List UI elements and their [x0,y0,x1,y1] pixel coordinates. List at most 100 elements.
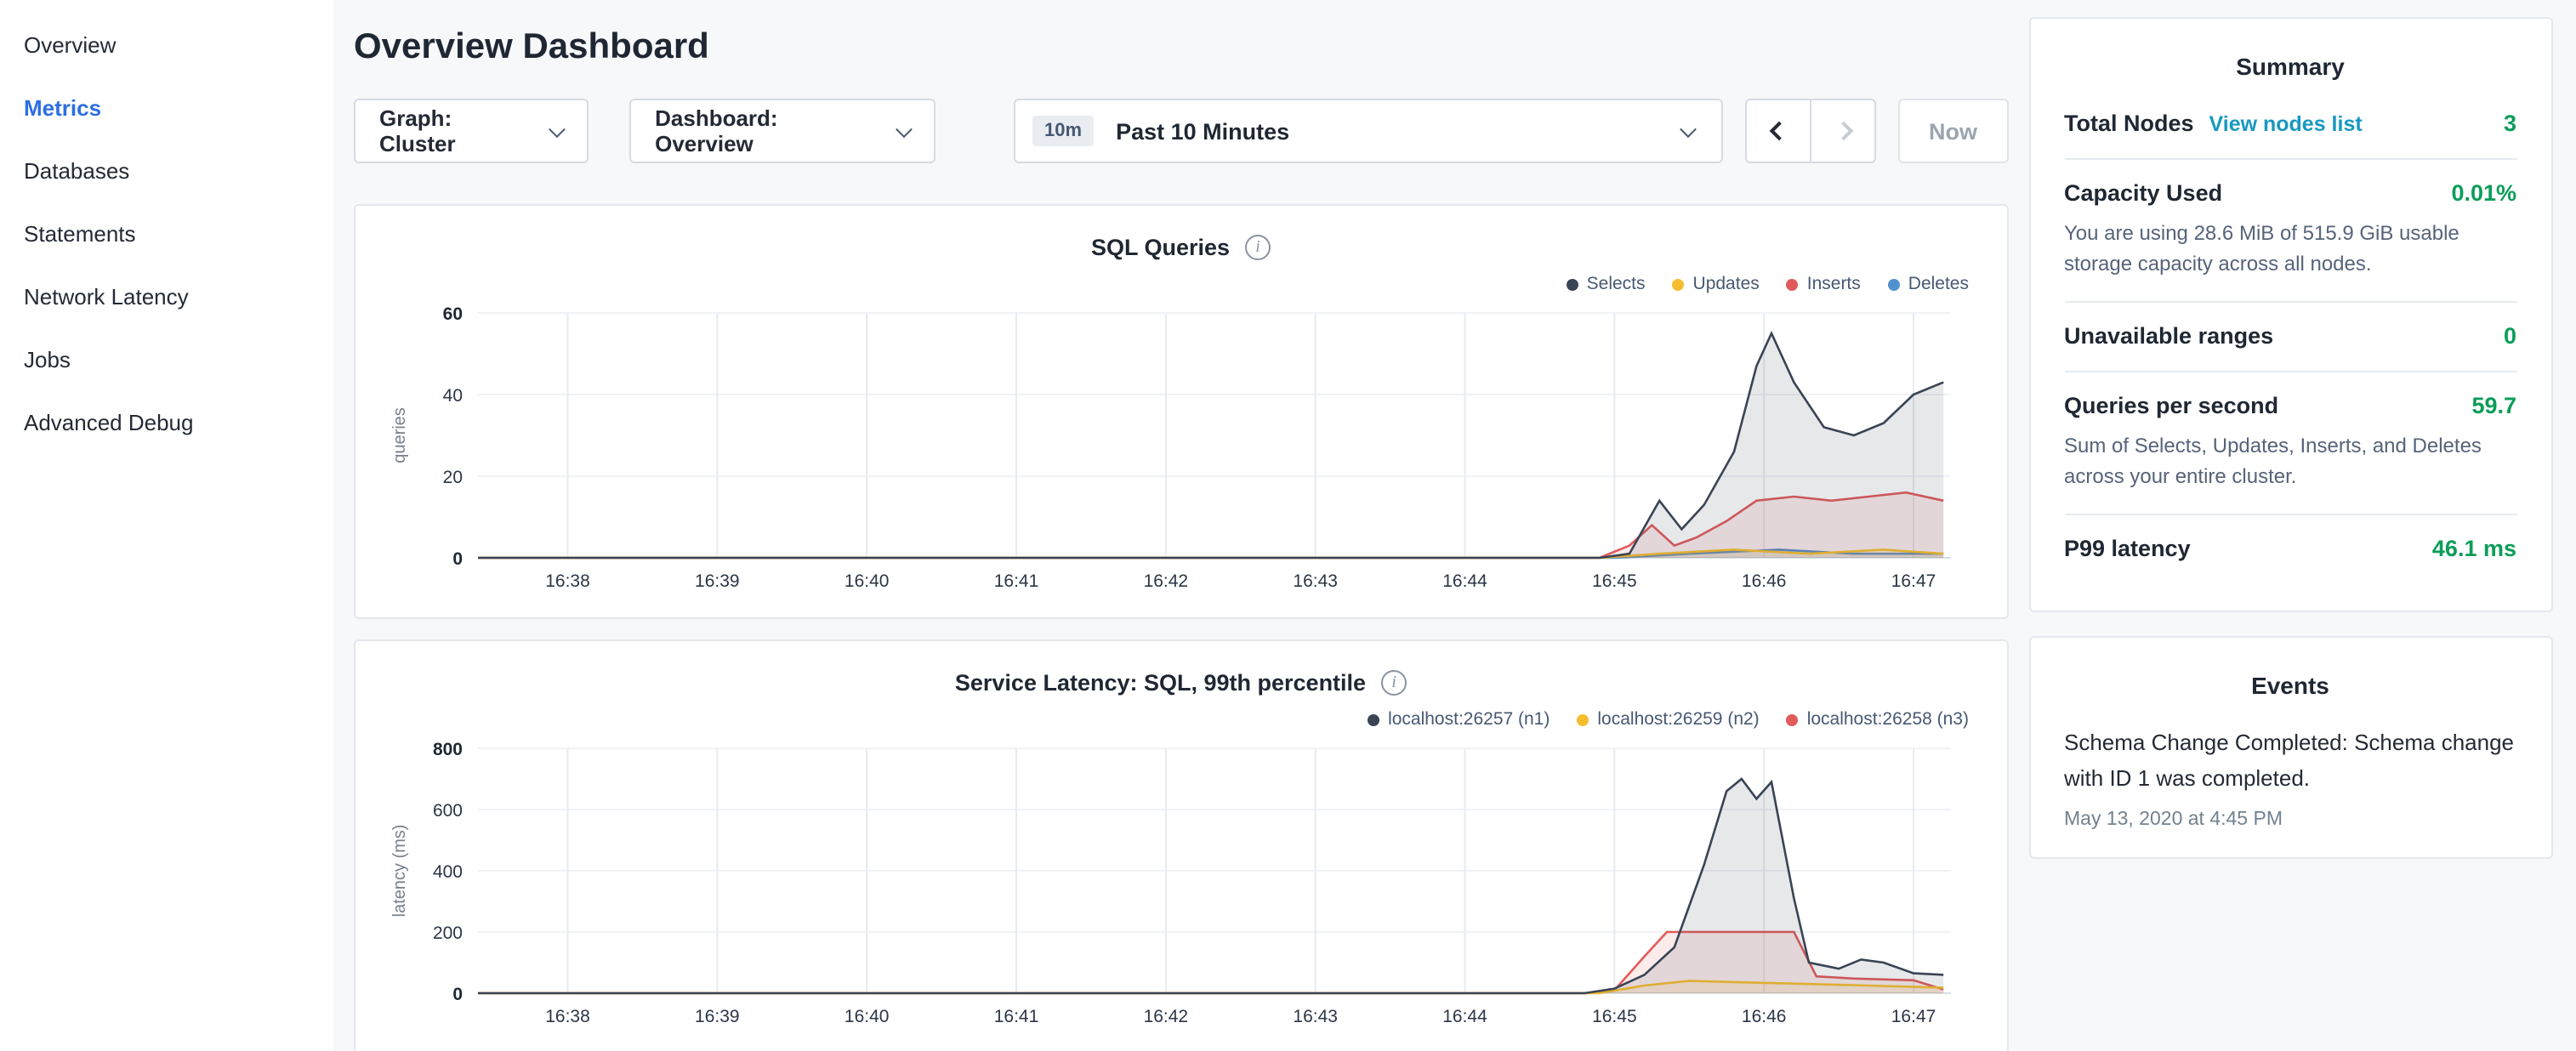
total-nodes-value: 3 [2504,111,2516,136]
svg-text:40: 40 [443,386,463,406]
events-title: Events [2064,665,2516,709]
svg-text:16:44: 16:44 [1442,1007,1487,1026]
svg-text:16:42: 16:42 [1144,1007,1189,1026]
unavailable-ranges-value: 0 [2504,323,2516,349]
queries-per-second-value: 59.7 [2471,393,2516,418]
svg-text:16:42: 16:42 [1144,571,1189,591]
sidebar-item-overview[interactable]: Overview [0,14,333,77]
summary-row-p99-latency: P99 latency 46.1 ms [2064,515,2516,583]
event-timestamp: May 13, 2020 at 4:45 PM [2064,809,2516,829]
sidebar-item-metrics[interactable]: Metrics [0,77,333,139]
series-dot-icon [1787,713,1799,725]
legend-item: Deletes [1888,274,1969,294]
main-content: Overview Dashboard Graph: Cluster Dashbo… [333,0,2028,1051]
chart-legend: Selects Updates Inserts Deletes [383,272,1969,296]
svg-text:16:41: 16:41 [994,571,1039,591]
series-dot-icon [1368,713,1379,725]
page-title: Overview Dashboard [354,27,2008,68]
time-range-badge: 10m [1032,116,1094,146]
capacity-used-description: You are using 28.6 MiB of 515.9 GiB usab… [2064,218,2516,279]
dashboard-dropdown[interactable]: Dashboard: Overview [629,99,935,163]
chevron-right-icon [1834,122,1853,141]
time-back-button[interactable] [1745,99,1811,163]
svg-text:20: 20 [443,468,463,487]
graph-scope-label: Graph: Cluster [379,105,531,156]
time-step-buttons [1745,99,1876,163]
svg-text:16:45: 16:45 [1592,571,1637,591]
legend-item: localhost:26257 (n1) [1368,709,1550,730]
chevron-down-icon [549,120,566,137]
legend-item: Updates [1673,274,1760,294]
svg-text:16:44: 16:44 [1442,571,1487,591]
chevron-down-icon [1680,120,1697,137]
svg-text:200: 200 [433,923,463,943]
svg-text:16:45: 16:45 [1592,1007,1637,1026]
summary-row-total-nodes: Total Nodes View nodes list 3 [2064,90,2516,160]
svg-text:16:46: 16:46 [1742,1007,1787,1026]
summary-row-capacity-used: Capacity Used 0.01% You are using 28.6 M… [2064,160,2516,303]
event-text: Schema Change Completed: Schema change w… [2064,726,2516,797]
svg-text:16:43: 16:43 [1293,1007,1338,1026]
svg-text:16:40: 16:40 [844,571,890,591]
info-icon[interactable]: i [1381,669,1407,695]
summary-title: Summary [2064,46,2516,90]
sql-queries-card: SQL Queries i Selects Updates Inserts De… [354,204,2008,619]
svg-text:queries: queries [390,407,409,463]
sidebar-item-advanced-debug[interactable]: Advanced Debug [0,391,333,454]
svg-text:0: 0 [452,985,463,1004]
dashboard-label: Dashboard: Overview [655,105,878,156]
svg-text:16:43: 16:43 [1293,571,1338,591]
legend-item: Inserts [1787,274,1861,294]
svg-text:0: 0 [452,549,463,569]
chart-title: SQL Queries [1091,234,1230,259]
now-button[interactable]: Now [1898,99,2008,163]
time-range-dropdown[interactable]: 10m Past 10 Minutes [1014,99,1723,163]
service-latency-chart: 16:38 16:39 16:40 16:41 16:42 16:43 16:44 16:45… [383,735,1978,1037]
chevron-left-icon [1769,122,1788,141]
series-dot-icon [1577,713,1589,725]
right-sidebar: Summary Total Nodes View nodes list 3 Ca… [2028,0,2576,1051]
series-dot-icon [1787,278,1799,290]
p99-latency-value: 46.1 ms [2432,536,2516,561]
svg-text:16:47: 16:47 [1891,571,1936,591]
svg-text:latency (ms): latency (ms) [390,825,409,917]
svg-text:600: 600 [433,801,463,821]
summary-row-unavailable-ranges: Unavailable ranges 0 [2064,303,2516,372]
svg-text:800: 800 [433,740,463,759]
legend-item: Selects [1567,274,1646,294]
graph-scope-dropdown[interactable]: Graph: Cluster [354,99,589,163]
series-dot-icon [1567,278,1578,290]
dashboard-toolbar: Graph: Cluster Dashboard: Overview 10m P… [354,99,2008,163]
info-icon[interactable]: i [1245,234,1271,259]
svg-text:16:47: 16:47 [1891,1007,1936,1026]
summary-row-queries-per-second: Queries per second 59.7 Sum of Selects, … [2064,372,2516,515]
chart-title: Service Latency: SQL, 99th percentile [955,669,1366,695]
sidebar-item-network-latency[interactable]: Network Latency [0,265,333,328]
sql-queries-chart: 16:38 16:39 16:40 16:41 16:42 16:43 16:44 16:45… [383,299,1978,602]
svg-text:400: 400 [433,862,463,882]
event-item[interactable]: Schema Change Completed: Schema change w… [2064,726,2516,829]
svg-text:16:39: 16:39 [695,1007,740,1026]
app-root: Overview Metrics Databases Statements Ne… [0,0,2576,1051]
legend-item: localhost:26259 (n2) [1577,709,1759,730]
sidebar-item-statements[interactable]: Statements [0,202,333,265]
series-dot-icon [1888,278,1900,290]
sidebar-item-databases[interactable]: Databases [0,139,333,202]
svg-text:16:39: 16:39 [695,571,740,591]
svg-text:16:46: 16:46 [1742,571,1787,591]
sidebar-item-jobs[interactable]: Jobs [0,328,333,391]
series-dot-icon [1673,278,1685,290]
left-nav: Overview Metrics Databases Statements Ne… [0,0,333,1051]
svg-text:16:38: 16:38 [545,571,590,591]
time-forward-button[interactable] [1810,99,1876,163]
svg-text:16:40: 16:40 [844,1007,890,1026]
view-nodes-list-link[interactable]: View nodes list [2209,112,2363,136]
legend-item: localhost:26258 (n3) [1787,709,1969,730]
time-range-label: Past 10 Minutes [1116,118,1289,144]
svg-text:60: 60 [443,304,463,324]
svg-text:16:41: 16:41 [994,1007,1039,1026]
capacity-used-value: 0.01% [2451,180,2516,206]
chevron-down-icon [896,120,913,137]
service-latency-card: Service Latency: SQL, 99th percentile i … [354,639,2008,1051]
svg-text:16:38: 16:38 [545,1007,590,1026]
